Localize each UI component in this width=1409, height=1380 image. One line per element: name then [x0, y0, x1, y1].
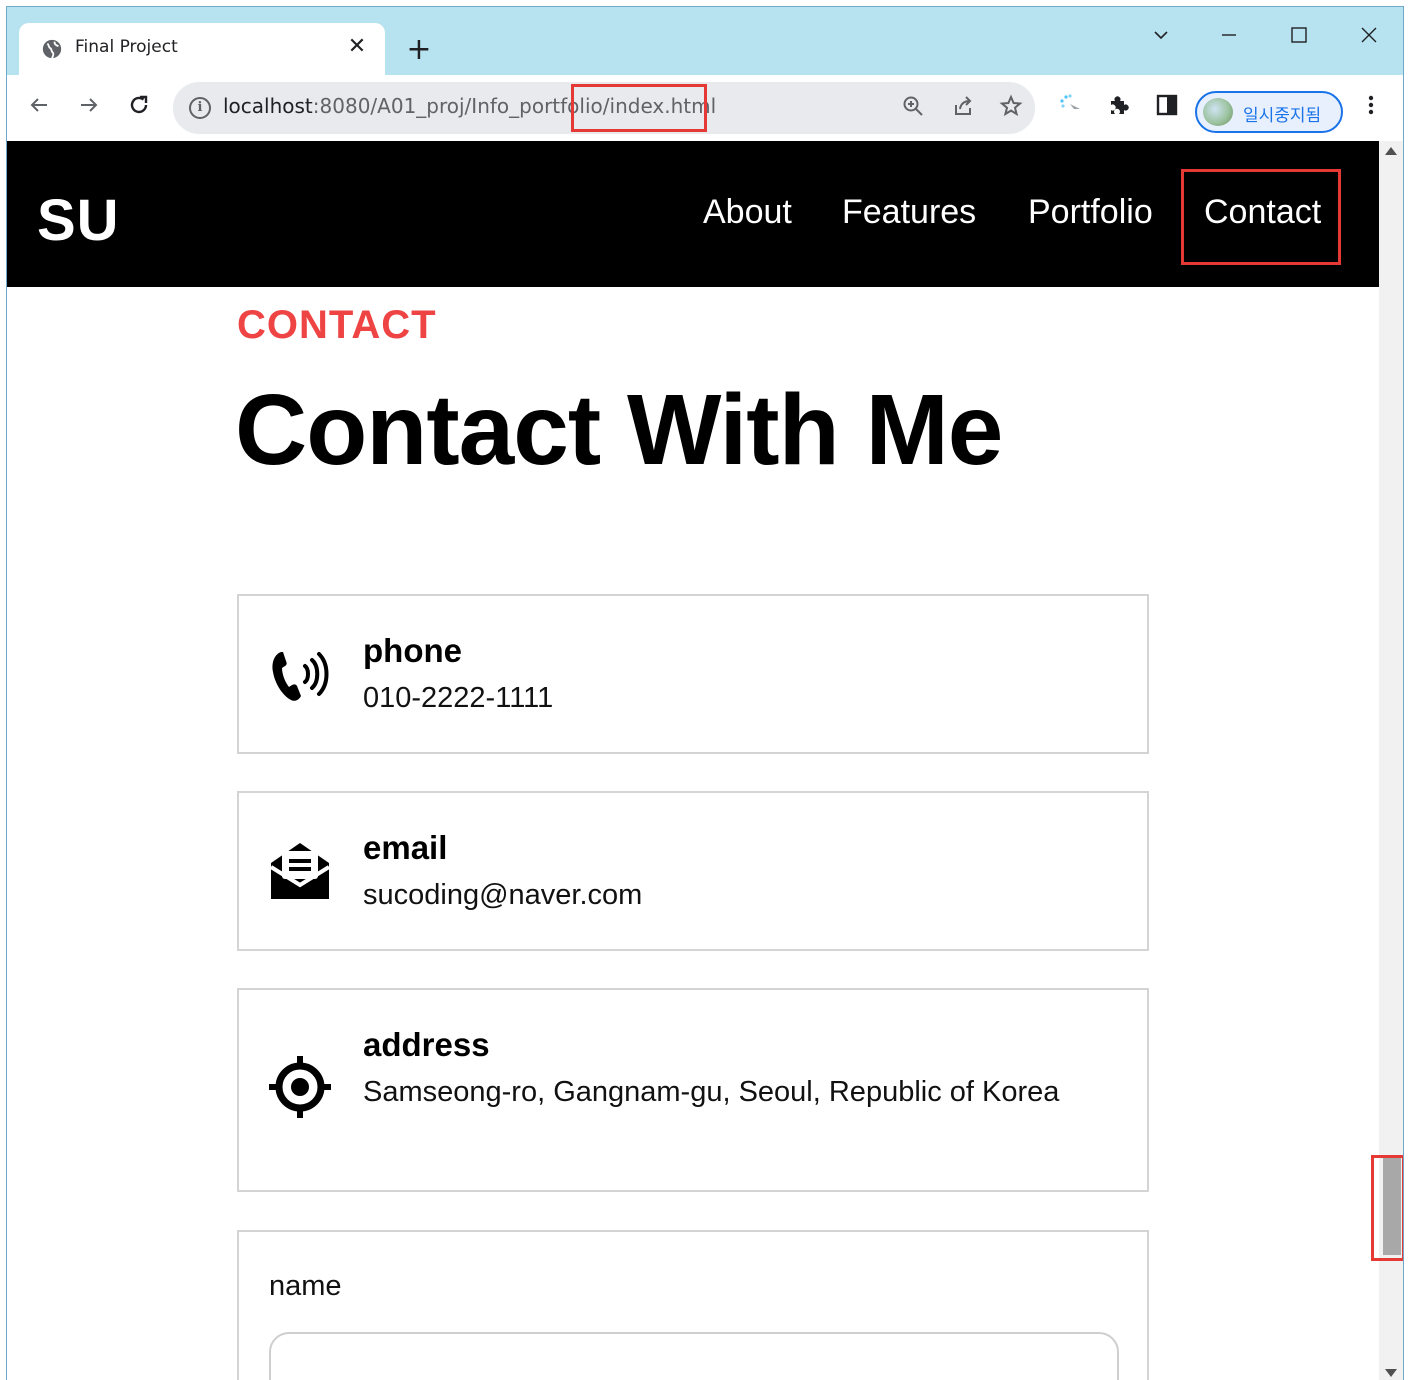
nav-annotation-box: [1181, 169, 1341, 265]
contact-card-address: address Samseong-ro, Gangnam-gu, Seoul, …: [237, 988, 1149, 1192]
avatar: [1203, 98, 1233, 126]
url-annotation-box: [571, 84, 707, 132]
contact-label: phone: [363, 632, 462, 669]
contact-card-email: email sucoding@naver.com: [237, 791, 1149, 951]
browser-window: Final Project ✕ + i localhost:8080/A01_p…: [6, 6, 1404, 1380]
forward-icon[interactable]: [71, 87, 107, 123]
browser-toolbar: i localhost:8080/A01_proj/Info_portfolio…: [7, 75, 1403, 141]
new-tab-button[interactable]: +: [401, 33, 437, 69]
contact-label: address: [363, 1026, 490, 1063]
browser-tab[interactable]: Final Project ✕: [19, 23, 385, 75]
phone-icon: [272, 652, 329, 701]
contact-value[interactable]: sucoding@naver.com: [363, 873, 1103, 918]
scroll-down-arrow-icon[interactable]: [1385, 1369, 1397, 1377]
section-eyebrow: CONTACT: [237, 303, 437, 347]
tab-close-icon[interactable]: ✕: [343, 33, 371, 61]
contact-label: email: [363, 829, 448, 866]
share-icon[interactable]: [949, 94, 977, 122]
minimize-icon[interactable]: [1207, 17, 1251, 53]
envelope-icon: [269, 843, 331, 899]
name-input[interactable]: [269, 1332, 1119, 1380]
address-bar[interactable]: i localhost:8080/A01_proj/Info_portfolio…: [173, 82, 1035, 134]
side-panel-icon[interactable]: [1149, 87, 1185, 123]
reload-icon[interactable]: [121, 87, 157, 123]
profile-button[interactable]: 일시중지됨: [1195, 91, 1343, 133]
nav-features[interactable]: Features: [842, 193, 976, 232]
maximize-icon[interactable]: [1277, 17, 1321, 53]
site-header: SU About Features Portfolio Contact: [7, 141, 1379, 287]
contact-form: name: [237, 1230, 1149, 1380]
contact-value: 010-2222-1111: [363, 682, 554, 714]
profile-status-label: 일시중지됨: [1243, 106, 1322, 126]
name-field-label: name: [269, 1270, 342, 1302]
site-logo[interactable]: SU: [37, 187, 120, 254]
nav-portfolio[interactable]: Portfolio: [1028, 193, 1153, 232]
menu-kebab-icon[interactable]: [1353, 87, 1389, 123]
contact-value: Samseong-ro, Gangnam-gu, Seoul, Republic…: [363, 1076, 1060, 1108]
tab-title: Final Project: [75, 37, 178, 57]
page-title: Contact With Me: [235, 374, 1003, 486]
zoom-icon[interactable]: [899, 94, 927, 122]
location-icon: [269, 1056, 331, 1118]
extensions-puzzle-icon[interactable]: [1101, 87, 1137, 123]
tab-search-chevron-icon[interactable]: [1139, 17, 1183, 53]
page-viewport: SU About Features Portfolio Contact CONT…: [7, 141, 1379, 1380]
info-icon[interactable]: i: [189, 97, 211, 119]
extension-loading-icon[interactable]: [1053, 87, 1089, 123]
scrollbar-annotation-box: [1371, 1155, 1403, 1261]
tab-strip: Final Project ✕ +: [7, 7, 1403, 75]
globe-icon: [42, 39, 62, 59]
bookmark-star-icon[interactable]: [997, 94, 1025, 122]
scroll-up-arrow-icon[interactable]: [1385, 147, 1397, 155]
close-window-icon[interactable]: [1347, 17, 1391, 53]
back-icon[interactable]: [21, 87, 57, 123]
nav-about[interactable]: About: [703, 193, 792, 232]
contact-card-phone: phone 010-2222-1111: [237, 594, 1149, 754]
